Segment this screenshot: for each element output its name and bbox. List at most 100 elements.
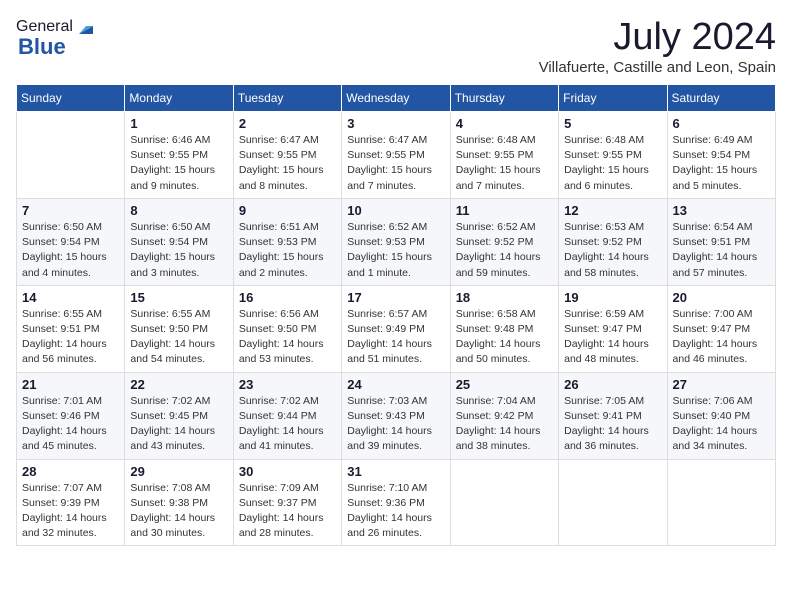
day-number: 24 — [347, 377, 444, 392]
day-number: 10 — [347, 203, 444, 218]
day-number: 4 — [456, 116, 553, 131]
weekday-header-friday: Friday — [559, 85, 667, 112]
day-info: Sunrise: 6:49 AMSunset: 9:54 PMDaylight:… — [673, 133, 770, 194]
calendar-cell: 24 Sunrise: 7:03 AMSunset: 9:43 PMDayligh… — [342, 372, 450, 459]
day-number: 1 — [130, 116, 227, 131]
calendar-cell: 5 Sunrise: 6:48 AMSunset: 9:55 PMDaylight… — [559, 112, 667, 199]
calendar-week-row: 1 Sunrise: 6:46 AMSunset: 9:55 PMDaylight… — [17, 112, 776, 199]
day-number: 23 — [239, 377, 336, 392]
calendar-cell — [559, 459, 667, 546]
day-number: 16 — [239, 290, 336, 305]
calendar-cell: 25Sunrise: 7:04 AMSunset: 9:42 PMDayligh… — [450, 372, 558, 459]
calendar-cell: 8 Sunrise: 6:50 AMSunset: 9:54 PMDaylight… — [125, 198, 233, 285]
calendar-cell: 21Sunrise: 7:01 AMSunset: 9:46 PMDayligh… — [17, 372, 125, 459]
calendar-header-row: SundayMondayTuesdayWednesdayThursdayFrid… — [17, 85, 776, 112]
calendar-cell: 14 Sunrise: 6:55 AMSunset: 9:51 PMDayligh… — [17, 285, 125, 372]
day-info: Sunrise: 6:50 AMSunset: 9:54 PMDaylight:… — [130, 220, 227, 281]
day-info: Sunrise: 7:04 AMSunset: 9:42 PMDaylight:… — [456, 394, 553, 455]
day-number: 27 — [673, 377, 770, 392]
calendar-cell: 9 Sunrise: 6:51 AMSunset: 9:53 PMDaylight… — [233, 198, 341, 285]
day-info: Sunrise: 7:03 AMSunset: 9:43 PMDaylight:… — [347, 394, 444, 455]
calendar-cell: 30 Sunrise: 7:09 AMSunset: 9:37 PMDayligh… — [233, 459, 341, 546]
day-number: 6 — [673, 116, 770, 131]
calendar-cell — [667, 459, 775, 546]
day-number: 28 — [22, 464, 119, 479]
calendar-cell — [450, 459, 558, 546]
title-block: July 2024 Villafuerte, Castille and Leon… — [539, 16, 776, 76]
month-title: July 2024 — [539, 16, 776, 59]
calendar-cell: 6 Sunrise: 6:49 AMSunset: 9:54 PMDaylight… — [667, 112, 775, 199]
calendar-cell: 12 Sunrise: 6:53 AMSunset: 9:52 PMDayligh… — [559, 198, 667, 285]
day-info: Sunrise: 6:50 AMSunset: 9:54 PMDaylight:… — [22, 220, 119, 281]
calendar-cell: 22 Sunrise: 7:02 AMSunset: 9:45 PMDayligh… — [125, 372, 233, 459]
day-info: Sunrise: 7:09 AMSunset: 9:37 PMDaylight:… — [239, 481, 336, 542]
calendar-cell: 26Sunrise: 7:05 AMSunset: 9:41 PMDayligh… — [559, 372, 667, 459]
day-number: 3 — [347, 116, 444, 131]
calendar-week-row: 14 Sunrise: 6:55 AMSunset: 9:51 PMDayligh… — [17, 285, 776, 372]
calendar-cell: 4 Sunrise: 6:48 AMSunset: 9:55 PMDaylight… — [450, 112, 558, 199]
day-info: Sunrise: 6:46 AMSunset: 9:55 PMDaylight:… — [130, 133, 227, 194]
day-number: 22 — [130, 377, 227, 392]
logo: General Blue — [16, 16, 97, 60]
day-info: Sunrise: 6:55 AMSunset: 9:50 PMDaylight:… — [130, 307, 227, 368]
calendar-cell: 17 Sunrise: 6:57 AMSunset: 9:49 PMDayligh… — [342, 285, 450, 372]
day-number: 2 — [239, 116, 336, 131]
day-info: Sunrise: 6:47 AMSunset: 9:55 PMDaylight:… — [239, 133, 336, 194]
calendar-cell — [17, 112, 125, 199]
day-number: 11 — [456, 203, 553, 218]
day-info: Sunrise: 7:05 AMSunset: 9:41 PMDaylight:… — [564, 394, 661, 455]
day-info: Sunrise: 6:53 AMSunset: 9:52 PMDaylight:… — [564, 220, 661, 281]
day-info: Sunrise: 7:10 AMSunset: 9:36 PMDaylight:… — [347, 481, 444, 542]
day-info: Sunrise: 7:08 AMSunset: 9:38 PMDaylight:… — [130, 481, 227, 542]
day-number: 18 — [456, 290, 553, 305]
weekday-header-wednesday: Wednesday — [342, 85, 450, 112]
calendar-week-row: 7 Sunrise: 6:50 AMSunset: 9:54 PMDaylight… — [17, 198, 776, 285]
day-info: Sunrise: 7:02 AMSunset: 9:45 PMDaylight:… — [130, 394, 227, 455]
weekday-header-monday: Monday — [125, 85, 233, 112]
day-number: 19 — [564, 290, 661, 305]
logo-blue-text: Blue — [18, 34, 66, 60]
day-info: Sunrise: 6:48 AMSunset: 9:55 PMDaylight:… — [456, 133, 553, 194]
calendar-week-row: 28Sunrise: 7:07 AMSunset: 9:39 PMDayligh… — [17, 459, 776, 546]
day-info: Sunrise: 6:55 AMSunset: 9:51 PMDaylight:… — [22, 307, 119, 368]
day-number: 29 — [130, 464, 227, 479]
day-info: Sunrise: 6:48 AMSunset: 9:55 PMDaylight:… — [564, 133, 661, 194]
calendar-cell: 19 Sunrise: 6:59 AMSunset: 9:47 PMDayligh… — [559, 285, 667, 372]
day-info: Sunrise: 6:58 AMSunset: 9:48 PMDaylight:… — [456, 307, 553, 368]
calendar-week-row: 21Sunrise: 7:01 AMSunset: 9:46 PMDayligh… — [17, 372, 776, 459]
day-number: 8 — [130, 203, 227, 218]
calendar-cell: 18 Sunrise: 6:58 AMSunset: 9:48 PMDayligh… — [450, 285, 558, 372]
logo-icon — [75, 16, 97, 38]
day-info: Sunrise: 7:02 AMSunset: 9:44 PMDaylight:… — [239, 394, 336, 455]
calendar-table: SundayMondayTuesdayWednesdayThursdayFrid… — [16, 84, 776, 546]
calendar-cell: 11 Sunrise: 6:52 AMSunset: 9:52 PMDayligh… — [450, 198, 558, 285]
day-number: 31 — [347, 464, 444, 479]
calendar-cell: 3 Sunrise: 6:47 AMSunset: 9:55 PMDaylight… — [342, 112, 450, 199]
day-number: 14 — [22, 290, 119, 305]
day-number: 7 — [22, 203, 119, 218]
day-info: Sunrise: 6:57 AMSunset: 9:49 PMDaylight:… — [347, 307, 444, 368]
day-number: 5 — [564, 116, 661, 131]
day-number: 13 — [673, 203, 770, 218]
day-number: 9 — [239, 203, 336, 218]
day-info: Sunrise: 7:06 AMSunset: 9:40 PMDaylight:… — [673, 394, 770, 455]
location-text: Villafuerte, Castille and Leon, Spain — [539, 59, 776, 76]
day-info: Sunrise: 6:52 AMSunset: 9:53 PMDaylight:… — [347, 220, 444, 281]
day-info: Sunrise: 6:51 AMSunset: 9:53 PMDaylight:… — [239, 220, 336, 281]
calendar-cell: 7 Sunrise: 6:50 AMSunset: 9:54 PMDaylight… — [17, 198, 125, 285]
day-info: Sunrise: 6:59 AMSunset: 9:47 PMDaylight:… — [564, 307, 661, 368]
day-number: 20 — [673, 290, 770, 305]
calendar-cell: 23 Sunrise: 7:02 AMSunset: 9:44 PMDayligh… — [233, 372, 341, 459]
day-number: 17 — [347, 290, 444, 305]
calendar-cell: 27 Sunrise: 7:06 AMSunset: 9:40 PMDayligh… — [667, 372, 775, 459]
day-number: 30 — [239, 464, 336, 479]
day-info: Sunrise: 6:54 AMSunset: 9:51 PMDaylight:… — [673, 220, 770, 281]
day-number: 12 — [564, 203, 661, 218]
day-info: Sunrise: 6:52 AMSunset: 9:52 PMDaylight:… — [456, 220, 553, 281]
weekday-header-thursday: Thursday — [450, 85, 558, 112]
calendar-cell: 20Sunrise: 7:00 AMSunset: 9:47 PMDayligh… — [667, 285, 775, 372]
day-info: Sunrise: 7:01 AMSunset: 9:46 PMDaylight:… — [22, 394, 119, 455]
day-info: Sunrise: 6:47 AMSunset: 9:55 PMDaylight:… — [347, 133, 444, 194]
calendar-cell: 10 Sunrise: 6:52 AMSunset: 9:53 PMDayligh… — [342, 198, 450, 285]
calendar-cell: 16Sunrise: 6:56 AMSunset: 9:50 PMDayligh… — [233, 285, 341, 372]
